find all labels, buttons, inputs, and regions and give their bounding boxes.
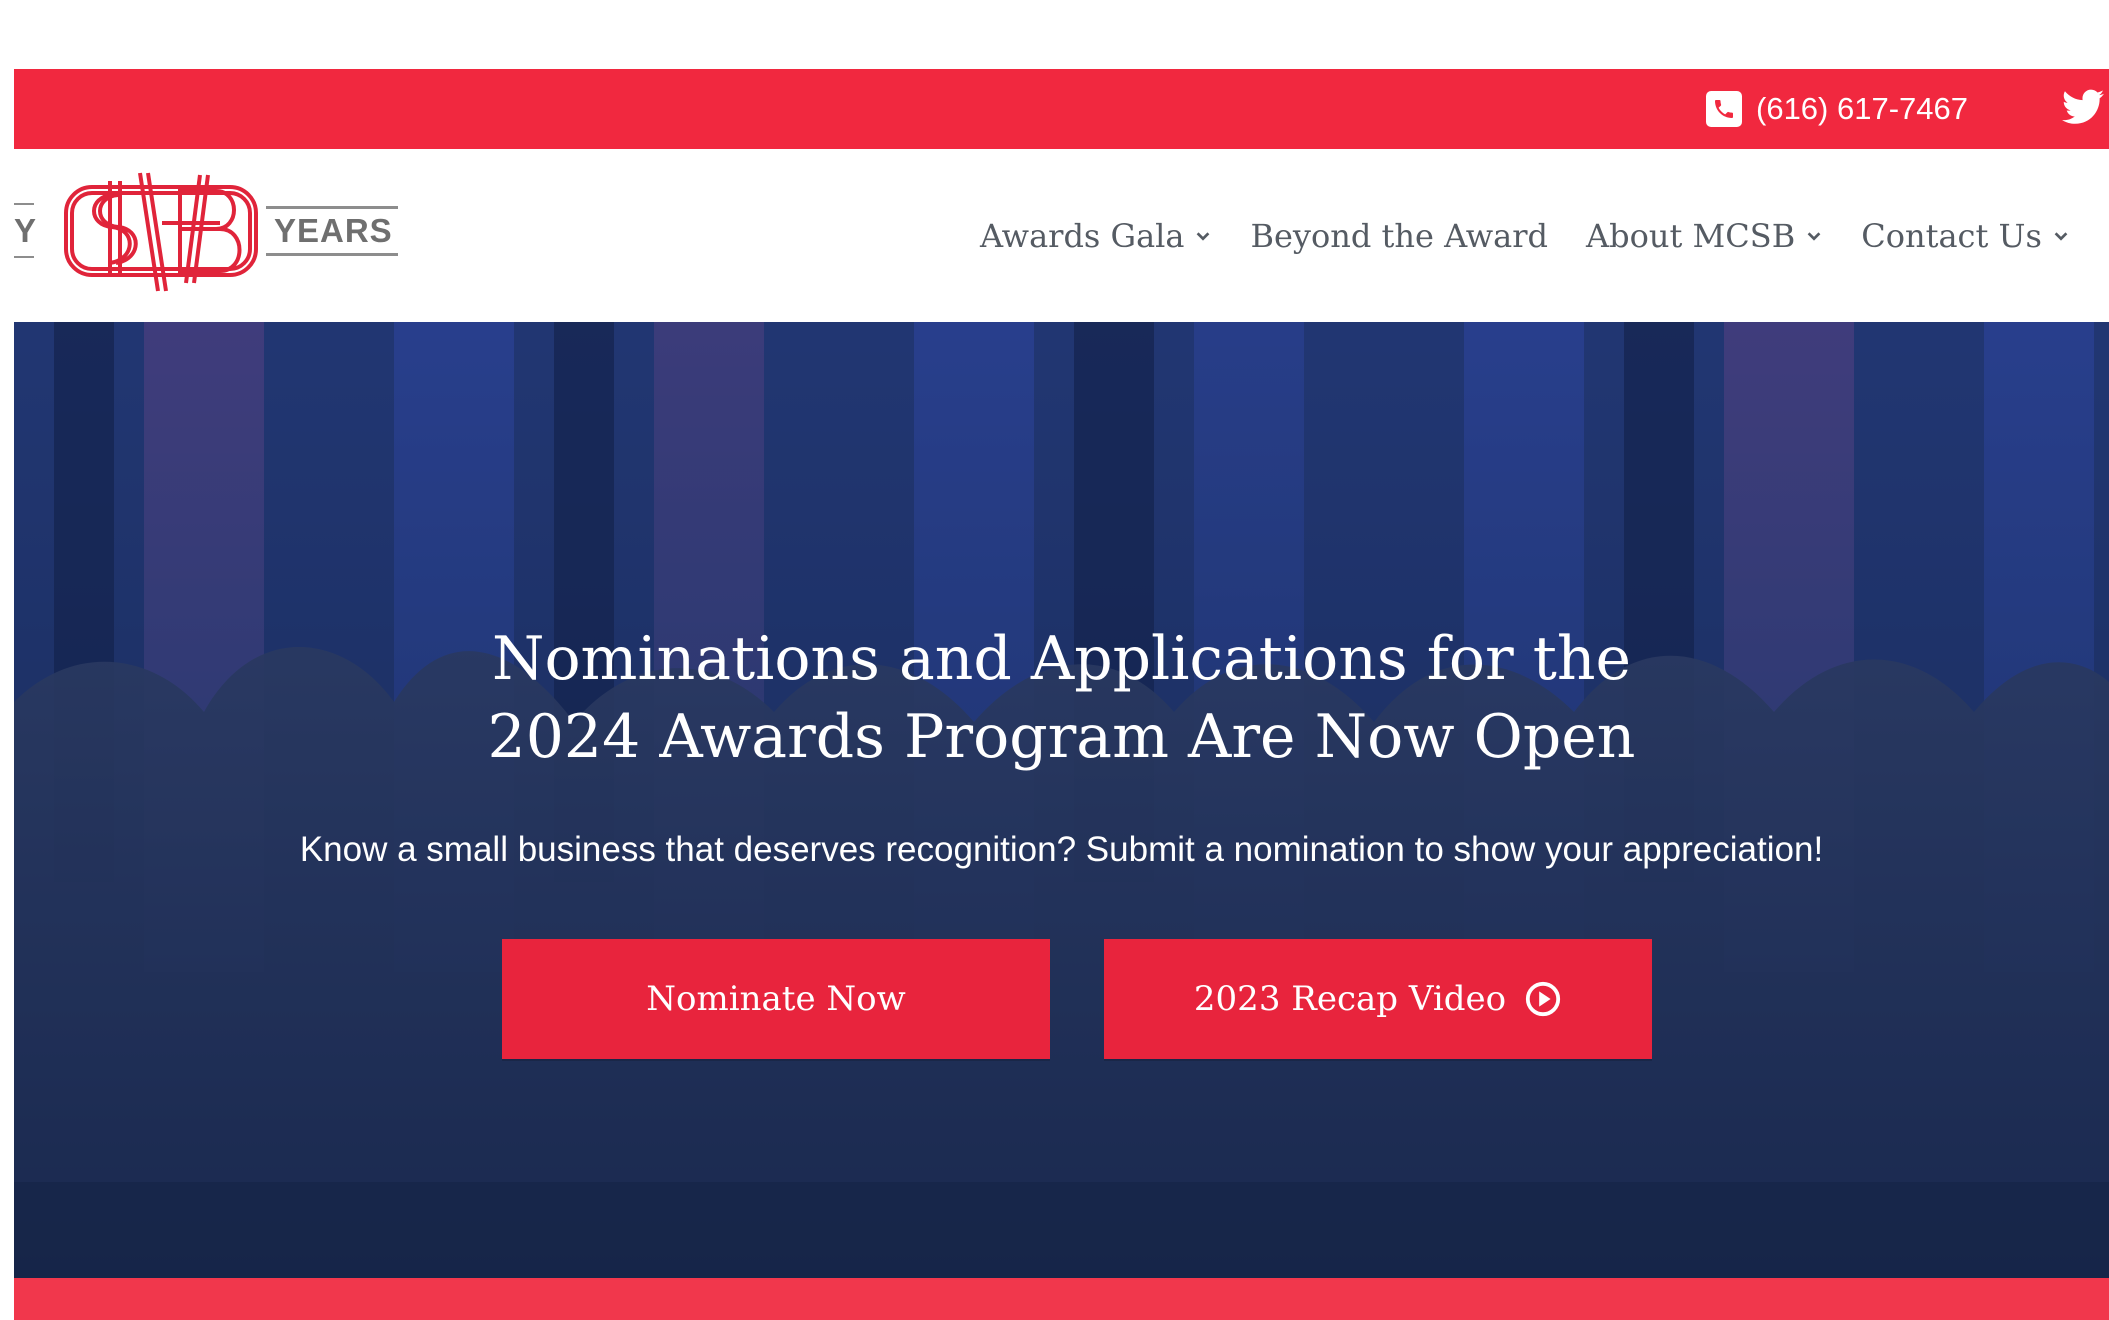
twitter-icon[interactable]: [2062, 89, 2104, 125]
phone-contact[interactable]: (616) 617-7467: [1706, 69, 1968, 149]
bottom-accent-band: [14, 1278, 2109, 1320]
play-circle-icon: [1525, 981, 1561, 1017]
nav-item-beyond-the-award[interactable]: Beyond the Award: [1250, 217, 1548, 255]
logo-text-left: Y: [14, 212, 37, 249]
hero-title-line1: Nominations and Applications for the: [491, 624, 1632, 694]
chevron-down-icon: [2054, 231, 2068, 241]
logo-divider: [14, 256, 34, 258]
nav-item-contact-us[interactable]: Contact Us: [1861, 217, 2070, 255]
recap-video-button[interactable]: 2023 Recap Video: [1104, 939, 1652, 1059]
top-utility-bar: (616) 617-7467: [14, 69, 2109, 149]
nav-item-label: Contact Us: [1861, 216, 2042, 255]
site-header: Y YEARS Awards Gala Beyond the Award Abo…: [14, 149, 2109, 322]
phone-number[interactable]: (616) 617-7467: [1756, 91, 1968, 127]
nav-item-awards-gala[interactable]: Awards Gala: [980, 217, 1212, 255]
hero-title-line2: 2024 Awards Program Are Now Open: [487, 702, 1636, 772]
nominate-now-label: Nominate Now: [646, 979, 906, 1019]
hero-overlay: [14, 322, 2109, 1278]
logo-divider: [266, 206, 398, 209]
hero-banner: Nominations and Applications for the 202…: [14, 322, 2109, 1278]
nav-item-label: Awards Gala: [980, 216, 1185, 255]
main-navigation: Awards Gala Beyond the Award About MCSB …: [980, 149, 2108, 322]
chevron-down-icon: [1807, 231, 1821, 241]
mcsb-logo-icon[interactable]: [50, 167, 270, 297]
nav-item-about-mcsb[interactable]: About MCSB: [1586, 217, 1823, 255]
chevron-down-icon: [1197, 231, 1210, 241]
logo-divider: [14, 203, 34, 205]
nominate-now-button[interactable]: Nominate Now: [502, 939, 1050, 1059]
hero-subtitle: Know a small business that deserves reco…: [299, 830, 1824, 869]
logo-text-years: YEARS: [274, 212, 393, 249]
recap-video-label: 2023 Recap Video: [1193, 979, 1507, 1019]
nav-item-label: Beyond the Award: [1250, 216, 1549, 255]
nav-item-label: About MCSB: [1586, 216, 1796, 255]
hero-title: Nominations and Applications for the 202…: [14, 620, 2109, 776]
logo-divider: [266, 253, 398, 256]
phone-icon: [1706, 91, 1742, 127]
